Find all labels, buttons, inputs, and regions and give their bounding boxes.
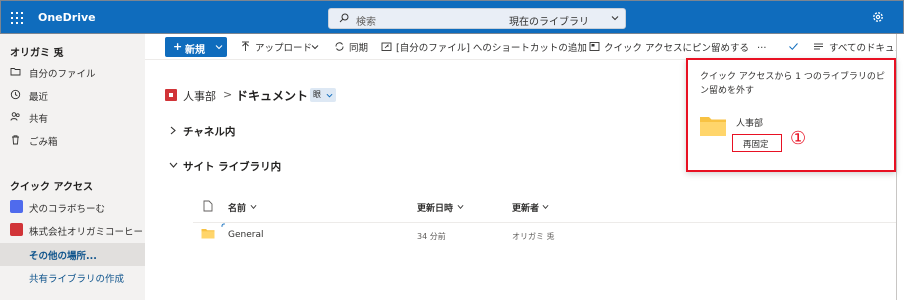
sidebar-item-shared[interactable]: 共有 — [0, 106, 145, 128]
trash-icon — [12, 135, 19, 145]
column-header-modified-by[interactable]: 更新者 — [512, 201, 539, 214]
repin-button-label: 再固定 — [743, 140, 769, 150]
sidebar-item-recent[interactable]: 最近 — [0, 84, 145, 106]
file-type-icon[interactable] — [203, 200, 213, 212]
repin-button[interactable]: 再固定 — [732, 134, 782, 152]
sync-icon[interactable] — [334, 41, 345, 52]
chevron-down-icon[interactable] — [311, 43, 319, 51]
quick-access-label: 犬のコラボちーむ — [29, 204, 106, 215]
folder-icon — [700, 117, 726, 136]
chevron-down-icon[interactable] — [457, 204, 464, 210]
search-box[interactable]: 検索 現在のライブラリ — [328, 8, 626, 29]
chevron-down-icon — [169, 162, 178, 168]
sidebar-item-label: 最近 — [29, 92, 49, 103]
callout-number: ① — [790, 128, 807, 149]
quick-access-label: 株式会社オリガミコーヒー — [29, 227, 144, 238]
site-logo-icon — [165, 89, 177, 101]
other-places-link[interactable]: その他の場所... — [0, 243, 145, 266]
quick-access-item[interactable]: 犬のコラボちーむ — [0, 196, 145, 218]
pin-to-quick-access-button[interactable]: クイック アクセスにピン留めする — [604, 40, 749, 54]
group-label: サイト ライブラリ内 — [183, 161, 282, 173]
view-switch-button[interactable]: 眼 — [310, 88, 336, 102]
sidebar-item-recycle-bin[interactable]: ごみ箱 — [0, 129, 145, 151]
library-name: 人事部 — [736, 119, 764, 129]
people-icon — [10, 112, 20, 121]
new-button[interactable]: + 新規 — [165, 37, 227, 57]
dialog-message: クイック アクセスから 1 つのライブラリのピン留めを外す — [700, 72, 885, 96]
row-modified-by[interactable]: オリガミ 兎 — [512, 231, 555, 242]
shortcut-icon[interactable] — [381, 41, 392, 52]
table-divider — [193, 222, 904, 223]
new-button-label: 新規 — [185, 45, 205, 56]
view-list-icon[interactable] — [813, 41, 824, 52]
group-label: チャネル内 — [183, 126, 236, 138]
folder-icon — [10, 68, 21, 76]
breadcrumb-site[interactable]: 人事部 — [183, 88, 216, 104]
add-shortcut-button[interactable]: [自分のファイル] へのショートカットの追加 — [396, 40, 587, 54]
column-header-modified[interactable]: 更新日時 — [417, 201, 453, 214]
sidebar-item-label: ごみ箱 — [29, 137, 58, 148]
app-title[interactable]: OneDrive — [38, 11, 96, 24]
app-header: OneDrive 検索 現在のライブラリ — [0, 0, 904, 34]
app-launcher-icon[interactable] — [11, 12, 23, 24]
chevron-right-icon — [170, 126, 176, 135]
sidebar: オリガミ 兎 自分のファイル 最近 共有 ごみ箱 クイック アクセス 犬のコラボ… — [0, 34, 145, 300]
site-logo-icon — [10, 223, 23, 236]
sidebar-item-label: 自分のファイル — [29, 69, 96, 80]
search-placeholder[interactable]: 検索 — [356, 13, 376, 28]
sidebar-item-my-files[interactable]: 自分のファイル — [0, 61, 145, 83]
quick-access-heading: クイック アクセス — [10, 182, 93, 193]
sync-button[interactable]: 同期 — [349, 40, 368, 54]
command-bar: + 新規 アップロード 同期 [自分のファイル] へのショートカットの追加 クイ… — [145, 34, 904, 60]
checkmark-icon[interactable] — [788, 41, 799, 52]
column-header-name[interactable]: 名前 — [228, 201, 246, 214]
more-options-button[interactable]: … — [757, 40, 767, 51]
upload-icon[interactable] — [240, 41, 251, 52]
chevron-down-icon[interactable] — [611, 14, 619, 22]
all-documents-view-button[interactable]: すべてのドキュメ — [829, 40, 904, 54]
chevron-down-icon[interactable] — [542, 204, 549, 210]
view-badge-label: 眼 — [313, 90, 321, 99]
gear-icon[interactable] — [871, 10, 885, 24]
sidebar-item-label: 共有 — [29, 114, 49, 125]
new-item-sparkle-icon — [221, 223, 225, 227]
clock-icon — [10, 89, 21, 100]
details-pane-edge — [896, 34, 904, 300]
chevron-down-icon — [215, 45, 223, 50]
create-shared-library-link[interactable]: 共有ライブラリの作成 — [29, 271, 124, 285]
upload-button[interactable]: アップロード — [255, 40, 312, 54]
other-places-label: その他の場所... — [29, 251, 97, 262]
search-icon — [339, 13, 349, 23]
search-scope[interactable]: 現在のライブラリ — [509, 13, 589, 28]
pin-icon[interactable] — [589, 41, 600, 52]
row-modified: 34 分前 — [417, 232, 446, 241]
unpin-library-dialog: クイック アクセスから 1 つのライブラリのピン留めを外す 人事部 再固定 ① — [686, 58, 896, 172]
page-title: ドキュメント — [236, 89, 309, 103]
breadcrumb-separator: > — [223, 88, 233, 101]
folder-icon — [201, 229, 215, 239]
site-logo-icon — [10, 200, 23, 213]
quick-access-item[interactable]: 株式会社オリガミコーヒー — [0, 219, 145, 241]
row-name[interactable]: General — [228, 230, 263, 240]
chevron-down-icon[interactable] — [250, 204, 257, 210]
chevron-down-icon — [326, 93, 333, 98]
user-name[interactable]: オリガミ 兎 — [10, 44, 63, 59]
plus-icon: + — [173, 40, 183, 53]
